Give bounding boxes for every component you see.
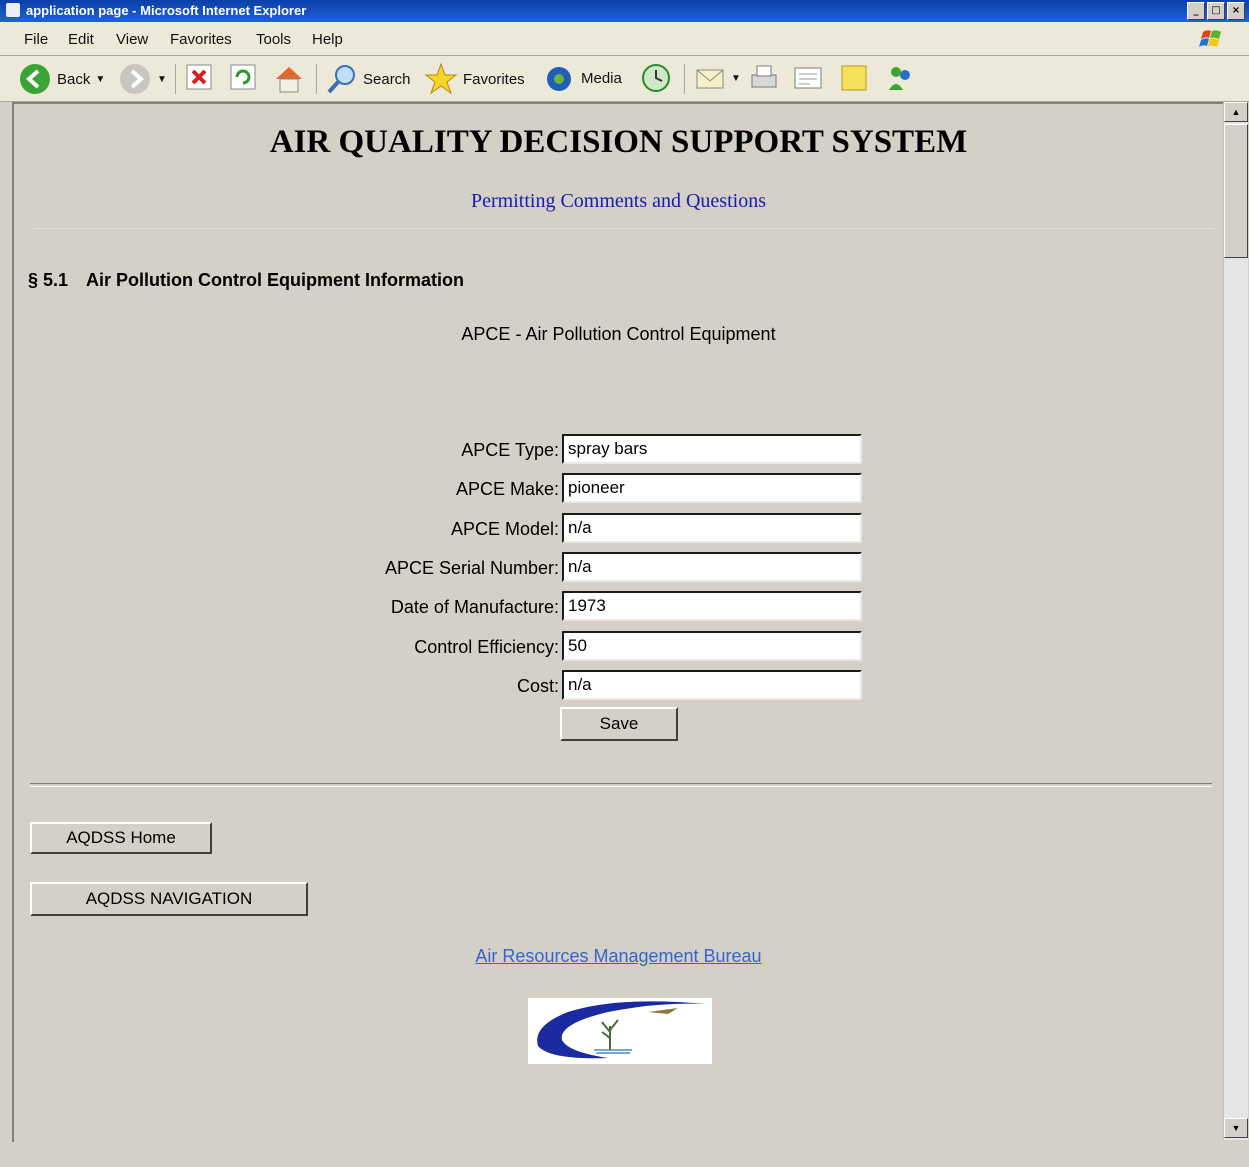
menu-edit[interactable]: Edit [68, 31, 94, 48]
home-icon [276, 67, 302, 93]
window-title: application page - Microsoft Internet Ex… [26, 3, 307, 18]
scroll-down-button[interactable]: ▼ [1224, 1118, 1248, 1138]
mail-button[interactable]: ▼ [694, 62, 741, 94]
form-row-apce-model: APCE Model: [14, 513, 1223, 543]
form-row-date-of-manufacture: Date of Manufacture: [14, 591, 1223, 621]
control-efficiency-label: Control Efficiency: [414, 637, 559, 657]
home-button[interactable] [272, 62, 306, 96]
edit-button[interactable] [792, 62, 824, 94]
save-button[interactable]: Save [560, 707, 678, 741]
toolbar-separator [684, 64, 685, 94]
menu-favorites[interactable]: Favorites [170, 31, 232, 48]
close-window-button[interactable]: × [1227, 2, 1245, 20]
menu-file[interactable]: File [24, 31, 48, 48]
scroll-thumb[interactable] [1224, 124, 1248, 258]
toolbar-separator [316, 64, 317, 94]
messenger-icon [889, 67, 910, 90]
form-row-apce-type: APCE Type: [14, 434, 1223, 464]
menu-view[interactable]: View [116, 31, 148, 48]
back-label: Back [57, 70, 91, 88]
media-button[interactable]: Media [544, 62, 622, 94]
back-arrow-icon [20, 64, 50, 94]
search-label: Search [363, 70, 411, 88]
page-viewport: AIR QUALITY DECISION SUPPORT SYSTEM Perm… [12, 102, 1223, 1142]
windows-logo-icon [1199, 30, 1221, 47]
search-icon [327, 65, 355, 94]
media-label: Media [581, 69, 622, 87]
history-button[interactable] [640, 62, 672, 94]
ie-app-icon [6, 3, 20, 17]
form-row-apce-serial-number: APCE Serial Number: [14, 552, 1223, 582]
back-button[interactable]: Back ▼ [18, 62, 105, 96]
stop-icon [186, 64, 212, 90]
media-icon [547, 67, 571, 91]
stop-button[interactable] [184, 62, 214, 92]
date-of-manufacture-label: Date of Manufacture: [390, 597, 559, 617]
section-title: Air Pollution Control Equipment Informat… [86, 270, 465, 290]
history-icon [642, 64, 670, 92]
toolbar-separator [175, 64, 176, 94]
messenger-button[interactable] [884, 62, 916, 94]
page-title: AIR QUALITY DECISION SUPPORT SYSTEM [269, 124, 968, 160]
aqdss-navigation-button[interactable]: AQDSS NAVIGATION [30, 882, 308, 916]
date-of-manufacture-input[interactable] [562, 591, 862, 621]
mail-icon [696, 69, 724, 89]
permitting-comments-link[interactable]: Permitting Comments and Questions [14, 190, 1223, 213]
aqdss-home-button[interactable]: AQDSS Home [30, 822, 212, 854]
bureau-link[interactable]: Air Resources Management Bureau [14, 946, 1223, 967]
forward-button[interactable]: ▼ [118, 62, 167, 96]
form-row-apce-make: APCE Make: [14, 473, 1223, 503]
print-button[interactable] [748, 62, 780, 94]
minimize-button[interactable]: _ [1187, 2, 1205, 20]
window-controls: _ □ × [1187, 2, 1245, 20]
scroll-up-button[interactable]: ▲ [1224, 102, 1248, 122]
window-titlebar: application page - Microsoft Internet Ex… [0, 0, 1249, 22]
apce-type-input[interactable] [562, 434, 862, 464]
browser-toolbar: Back ▼ ▼ Search Favorites Media ▼ [0, 56, 1249, 102]
note-icon [841, 65, 867, 91]
favorites-button[interactable]: Favorites [424, 62, 525, 96]
forward-arrow-icon [120, 64, 150, 94]
cost-input[interactable] [562, 670, 862, 700]
section-number: § 5.1 [28, 270, 69, 290]
vertical-scrollbar[interactable]: ▲ ▼ [1223, 102, 1248, 1140]
favorites-label: Favorites [463, 70, 525, 88]
printer-icon [751, 65, 777, 88]
form-row-cost: Cost: [14, 670, 1223, 700]
content-divider [30, 783, 1212, 787]
star-icon [424, 62, 458, 95]
apce-caption: APCE - Air Pollution Control Equipment [461, 324, 776, 344]
menu-help[interactable]: Help [312, 31, 343, 48]
control-efficiency-input[interactable] [562, 631, 862, 661]
bureau-logo [528, 998, 712, 1064]
apce-make-input[interactable] [562, 473, 862, 503]
menu-tools[interactable]: Tools [256, 31, 291, 48]
apce-make-label: APCE Make: [455, 479, 559, 499]
section-heading: § 5.1 Air Pollution Control Equipment Inf… [28, 270, 464, 291]
cost-label: Cost: [516, 676, 559, 696]
header-divider [34, 228, 1214, 229]
discuss-button[interactable] [838, 62, 870, 94]
refresh-button[interactable] [228, 62, 258, 92]
maximize-button[interactable]: □ [1207, 2, 1225, 20]
search-button[interactable]: Search [326, 62, 411, 96]
menubar: File Edit View Favorites Tools Help [0, 22, 1249, 56]
apce-model-input[interactable] [562, 513, 862, 543]
form-row-control-efficiency: Control Efficiency: [14, 631, 1223, 661]
edit-page-icon [794, 67, 822, 89]
apce-model-label: APCE Model: [450, 519, 559, 539]
apce-serial-number-label: APCE Serial Number: [384, 558, 559, 578]
refresh-icon [230, 64, 256, 90]
apce-type-label: APCE Type: [461, 440, 559, 460]
apce-serial-number-input[interactable] [562, 552, 862, 582]
